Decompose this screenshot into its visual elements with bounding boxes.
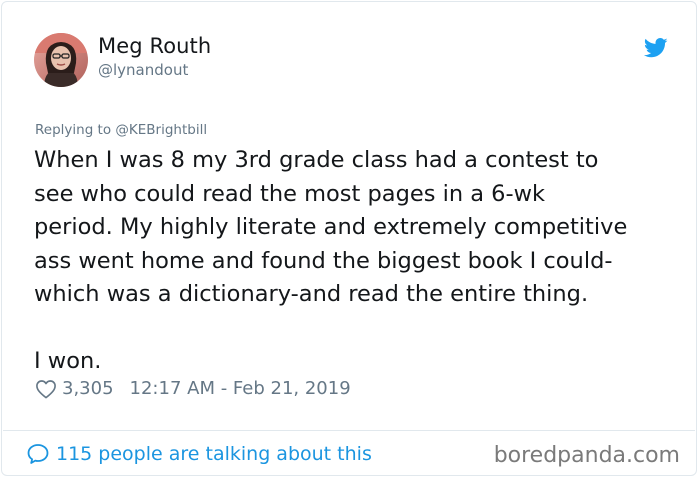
tweet-line: which was a dictionary-and read the enti… — [34, 281, 589, 307]
profile-photo-icon — [34, 33, 88, 87]
conversation-label: 115 people are talking about this — [56, 443, 372, 465]
avatar[interactable] — [34, 33, 88, 87]
boredpanda-watermark: boredpanda.com — [493, 443, 680, 468]
tweet-line: period. My highly literate and extremely… — [34, 214, 628, 240]
author-name[interactable]: Meg Routh — [98, 34, 211, 58]
conversation-link[interactable]: 115 people are talking about this — [26, 442, 372, 466]
tweet-closing: I won. — [34, 347, 102, 374]
tweet-line: see who could read the most pages in a 6… — [34, 180, 546, 207]
heart-icon[interactable] — [35, 379, 57, 399]
tweet-meta: 3,305 12:17 AM - Feb 21, 2019 — [35, 378, 351, 399]
speech-bubble-icon — [27, 444, 49, 464]
tweet-line: ass went home and found the biggest book… — [34, 247, 613, 274]
like-count[interactable]: 3,305 — [62, 378, 114, 399]
divider — [3, 430, 695, 431]
timestamp[interactable]: 12:17 AM - Feb 21, 2019 — [130, 378, 351, 399]
twitter-bird-icon[interactable] — [643, 38, 668, 58]
tweet-card: Meg Routh @lynandout Replying to @KEBrig… — [1, 1, 697, 476]
tweet-text: When I was 8 my 3rd grade class had a co… — [34, 144, 679, 378]
replying-to[interactable]: Replying to @KEBrightbill — [35, 122, 207, 138]
author-handle[interactable]: @lynandout — [98, 61, 188, 79]
tweet-line: When I was 8 my 3rd grade class had a co… — [34, 147, 599, 173]
